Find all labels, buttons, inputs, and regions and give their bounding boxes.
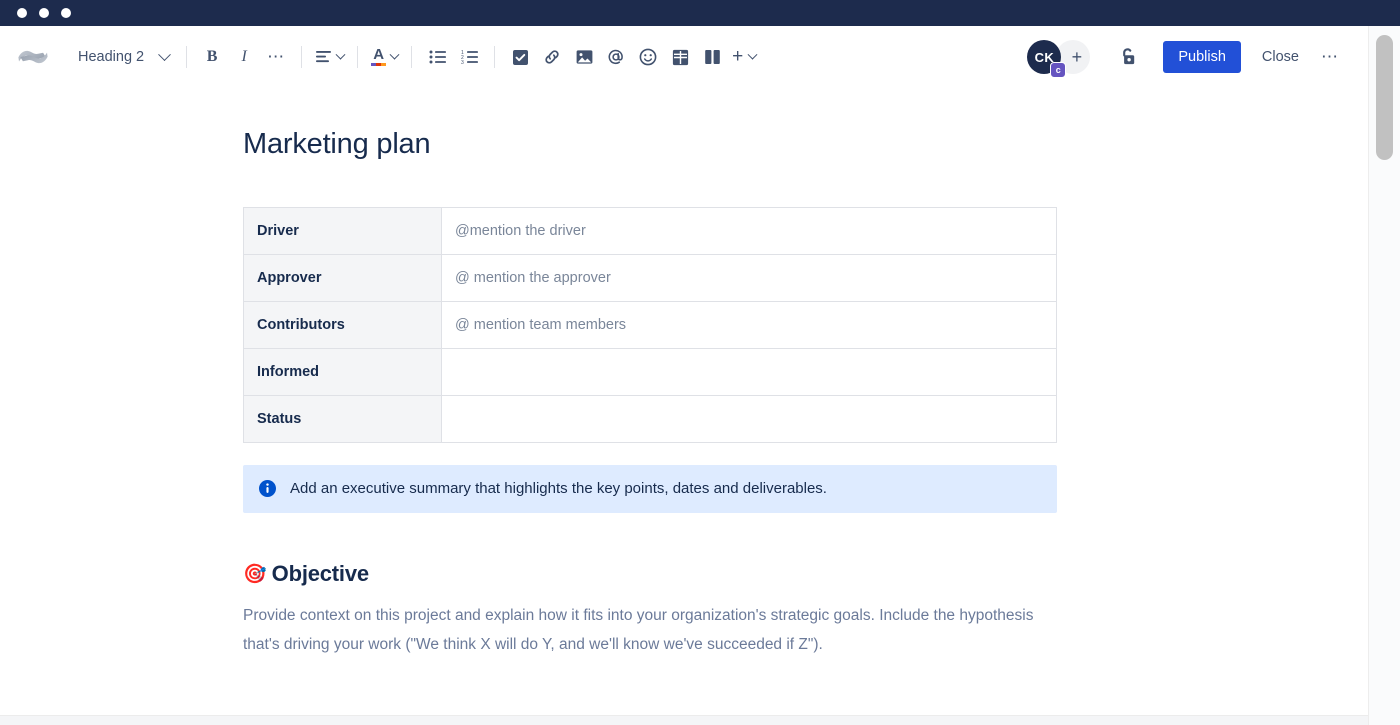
bullet-list-button[interactable] — [421, 41, 453, 73]
more-formatting-button[interactable]: ⋯ — [260, 41, 292, 73]
at-mention-icon — [608, 49, 623, 65]
ellipsis-icon: ⋯ — [1321, 47, 1339, 66]
layout-button[interactable] — [696, 41, 728, 73]
document-canvas: Marketing plan Driver @mention the drive… — [0, 88, 1368, 713]
confluence-logo-icon — [18, 50, 48, 64]
numbered-list-icon: 1 2 3 — [461, 50, 478, 64]
toolbar-divider — [357, 46, 359, 68]
columns-layout-icon — [704, 50, 720, 64]
table-header-cell[interactable]: Status — [243, 395, 442, 443]
align-left-icon — [316, 51, 332, 63]
raci-table: Driver @mention the driver Approver @ me… — [243, 207, 1057, 443]
table-row: Approver @ mention the approver — [243, 254, 1057, 302]
text-style-value: Heading 2 — [78, 49, 145, 65]
table-header-cell[interactable]: Approver — [243, 254, 442, 302]
emoji-icon — [639, 48, 657, 66]
more-options-button[interactable]: ⋯ — [1314, 41, 1346, 73]
info-panel[interactable]: Add an executive summary that highlights… — [243, 465, 1057, 514]
window-bottom-edge — [0, 715, 1368, 725]
chevron-down-icon — [747, 49, 758, 60]
task-list-button[interactable] — [504, 41, 536, 73]
image-icon — [576, 50, 593, 64]
table-row: Informed — [243, 348, 1057, 396]
emoji-button[interactable] — [632, 41, 664, 73]
mention-button[interactable] — [600, 41, 632, 73]
table-header-cell[interactable]: Driver — [243, 207, 442, 255]
chevron-down-icon — [335, 49, 346, 60]
vertical-scrollbar[interactable] — [1368, 26, 1400, 725]
window-minimize-dot[interactable] — [39, 8, 49, 18]
unlock-icon — [1123, 47, 1135, 64]
text-format-group: B I ⋯ — [196, 41, 292, 73]
editor-toolbar: Heading 2 B I ⋯ A 1 2 3 + CK c + Publish… — [0, 26, 1368, 88]
text-alignment-button[interactable] — [311, 41, 348, 73]
table-row: Driver @mention the driver — [243, 207, 1057, 255]
table-value-cell[interactable] — [441, 395, 1057, 443]
raci-table-body: Driver @mention the driver Approver @ me… — [243, 207, 1057, 443]
table-icon — [672, 49, 688, 65]
section-title[interactable]: Objective — [272, 561, 369, 587]
image-button[interactable] — [568, 41, 600, 73]
document-body: Marketing plan Driver @mention the drive… — [243, 88, 1057, 659]
table-header-cell[interactable]: Contributors — [243, 301, 442, 349]
checkbox-icon — [512, 49, 528, 65]
info-panel-text: Add an executive summary that highlights… — [290, 480, 827, 497]
table-header-cell[interactable]: Informed — [243, 348, 442, 396]
plus-icon: + — [1071, 46, 1083, 67]
table-button[interactable] — [664, 41, 696, 73]
toolbar-divider — [301, 46, 303, 68]
table-row: Contributors @ mention team members — [243, 301, 1057, 349]
plus-icon: + — [732, 46, 744, 67]
chevron-down-icon — [158, 47, 171, 61]
avatar-badge: c — [1050, 62, 1067, 78]
svg-text:3: 3 — [461, 60, 464, 64]
close-button[interactable]: Close — [1251, 41, 1310, 73]
window-titlebar — [0, 0, 1400, 26]
toolbar-divider — [411, 46, 413, 68]
text-color-button[interactable]: A — [367, 41, 402, 73]
section-body-objective[interactable]: Provide context on this project and expl… — [243, 601, 1053, 659]
toolbar-divider — [494, 46, 496, 68]
publish-button[interactable]: Publish — [1163, 41, 1241, 73]
link-icon — [545, 50, 559, 64]
text-color-letter: A — [371, 47, 387, 67]
chevron-down-icon — [389, 49, 400, 60]
confluence-logo[interactable] — [0, 44, 66, 70]
table-value-cell[interactable] — [441, 348, 1057, 396]
page-title[interactable]: Marketing plan — [243, 128, 1057, 161]
bold-button[interactable]: B — [196, 41, 228, 73]
toolbar-divider — [186, 46, 188, 68]
table-value-cell[interactable]: @ mention the approver — [441, 254, 1057, 302]
table-value-cell[interactable]: @mention the driver — [441, 207, 1057, 255]
insert-more-button[interactable]: + — [728, 41, 760, 73]
italic-button[interactable]: I — [228, 41, 260, 73]
table-row: Status — [243, 395, 1057, 443]
window-close-dot[interactable] — [17, 8, 27, 18]
avatar[interactable]: CK c — [1027, 40, 1067, 78]
bullseye-emoji[interactable]: 🎯 — [243, 565, 267, 584]
collaborators: CK c + — [1027, 40, 1091, 78]
color-swatch-bar — [371, 62, 387, 67]
link-button[interactable] — [536, 41, 568, 73]
bullet-list-icon — [429, 50, 446, 64]
scrollbar-thumb[interactable] — [1376, 35, 1393, 160]
confluence-editor-window: Heading 2 B I ⋯ A 1 2 3 + CK c + Publish… — [0, 0, 1400, 725]
toolbar-right-actions: CK c + Publish Close ⋯ — [1027, 40, 1356, 78]
table-value-cell[interactable]: @ mention team members — [441, 301, 1057, 349]
info-icon — [259, 480, 276, 497]
window-maximize-dot[interactable] — [61, 8, 71, 18]
section-heading-objective: 🎯 Objective — [243, 561, 1057, 587]
numbered-list-button[interactable]: 1 2 3 — [453, 41, 485, 73]
page-restrictions-button[interactable] — [1112, 41, 1144, 73]
ellipsis-icon: ⋯ — [267, 47, 286, 66]
text-style-select[interactable]: Heading 2 — [66, 41, 177, 73]
